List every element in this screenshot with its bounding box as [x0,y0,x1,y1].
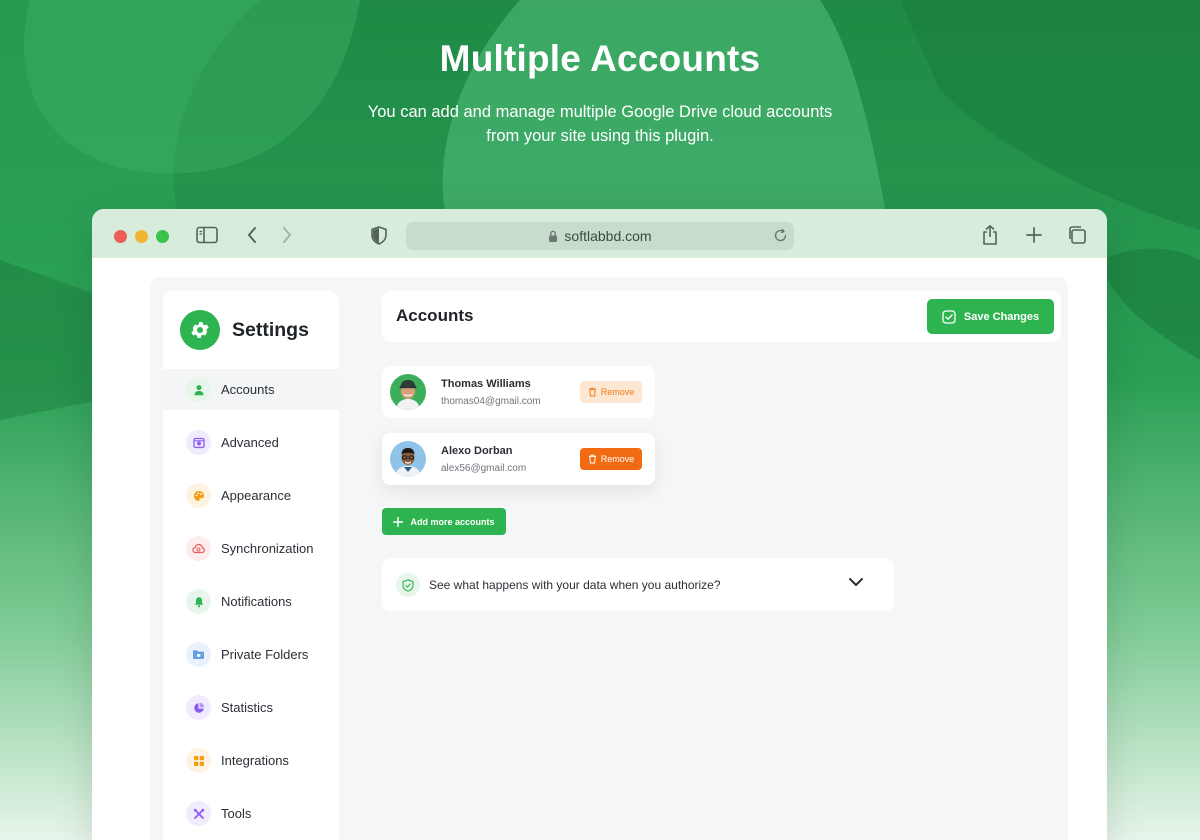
check-square-icon [942,309,956,324]
sidebar-item-statistics[interactable]: Statistics [163,687,339,728]
gear-icon [180,310,220,350]
bell-icon [186,589,211,614]
lock-icon [548,230,558,243]
pie-chart-icon [186,695,211,720]
save-changes-button[interactable]: Save Changes [927,299,1054,334]
settings-sidebar: Settings Accounts Advanced Appearance Sy… [163,291,339,840]
chevron-down-icon[interactable] [848,577,864,587]
sidebar-item-private-folders[interactable]: Private Folders [163,634,339,675]
palette-icon [186,483,211,508]
add-more-accounts-label: Add more accounts [410,516,495,527]
minimize-window-button[interactable] [135,230,148,243]
sidebar-toggle-icon[interactable] [196,224,218,246]
sidebar-item-integrations[interactable]: Integrations [163,740,339,781]
browser-toolbar: softlabbd.com [92,209,1107,258]
sidebar-item-label: Synchronization [221,541,314,556]
account-card: Thomas Williams thomas04@gmail.com Remov… [382,366,655,418]
trash-icon [588,454,597,464]
sidebar-item-accounts[interactable]: Accounts [163,369,339,410]
account-name: Alexo Dorban [441,445,513,457]
close-window-button[interactable] [114,230,127,243]
hero-subtitle-line: from your site using this plugin. [486,127,714,145]
account-name: Thomas Williams [441,378,531,390]
sidebar-header: Settings [163,291,339,369]
shield-check-icon [396,573,420,597]
account-email: thomas04@gmail.com [441,396,541,407]
sidebar-item-label: Integrations [221,753,289,768]
sidebar-item-appearance[interactable]: Appearance [163,475,339,516]
avatar [390,374,426,410]
maximize-window-button[interactable] [156,230,169,243]
sidebar-item-notifications[interactable]: Notifications [163,581,339,622]
sidebar-item-label: Advanced [221,435,279,450]
sidebar-item-label: Statistics [221,700,274,715]
url-text: softlabbd.com [564,228,652,244]
authorize-info-text: See what happens with your data when you… [429,578,721,592]
share-icon[interactable] [979,224,1001,246]
folder-icon [186,642,211,667]
page-title: Accounts [396,306,474,325]
authorize-info-accordion[interactable]: See what happens with your data when you… [382,558,894,611]
tabs-overview-icon[interactable] [1066,224,1088,246]
sidebar-item-synchronization[interactable]: Synchronization [163,528,339,569]
remove-account-button[interactable]: Remove [580,381,642,403]
cloud-sync-icon [186,536,211,561]
sidebar-item-label: Notifications [221,594,292,609]
sidebar-item-tools[interactable]: Tools [163,793,339,834]
advanced-icon [186,430,211,455]
page-viewport: Settings Accounts Advanced Appearance Sy… [92,258,1107,840]
add-more-accounts-button[interactable]: Add more accounts [382,508,506,535]
back-icon[interactable] [241,224,263,246]
grid-icon [186,748,211,773]
browser-window: softlabbd.com Settings Accounts Advanced… [92,209,1107,840]
sidebar-item-label: Private Folders [221,647,309,662]
trash-icon [588,387,597,397]
remove-label: Remove [600,454,635,464]
remove-account-button[interactable]: Remove [580,448,642,470]
address-bar[interactable]: softlabbd.com [406,222,794,250]
forward-icon[interactable] [276,224,298,246]
hero-subtitle-line: You can add and manage multiple Google D… [367,103,833,121]
new-tab-icon[interactable] [1023,224,1045,246]
sidebar-title: Settings [232,318,309,341]
remove-label: Remove [600,387,635,397]
sidebar-item-label: Accounts [221,382,275,397]
avatar [390,441,426,477]
plus-icon [393,516,404,527]
reload-icon[interactable] [773,228,788,246]
sidebar-item-label: Tools [221,806,252,821]
sidebar-item-label: Appearance [221,488,292,503]
shield-icon[interactable] [368,224,390,246]
hero-title: Multiple Accounts [439,38,761,79]
accounts-header: Accounts Save Changes [382,291,1061,342]
account-card: Alexo Dorban alex56@gmail.com Remove [382,433,655,485]
settings-app: Settings Accounts Advanced Appearance Sy… [150,277,1068,840]
sidebar-item-advanced[interactable]: Advanced [163,422,339,463]
hero-subtitle: You can add and manage multiple Google D… [0,100,1200,148]
tools-icon [186,801,211,826]
user-icon [186,377,211,402]
account-email: alex56@gmail.com [441,463,527,474]
save-changes-label: Save Changes [963,310,1040,323]
